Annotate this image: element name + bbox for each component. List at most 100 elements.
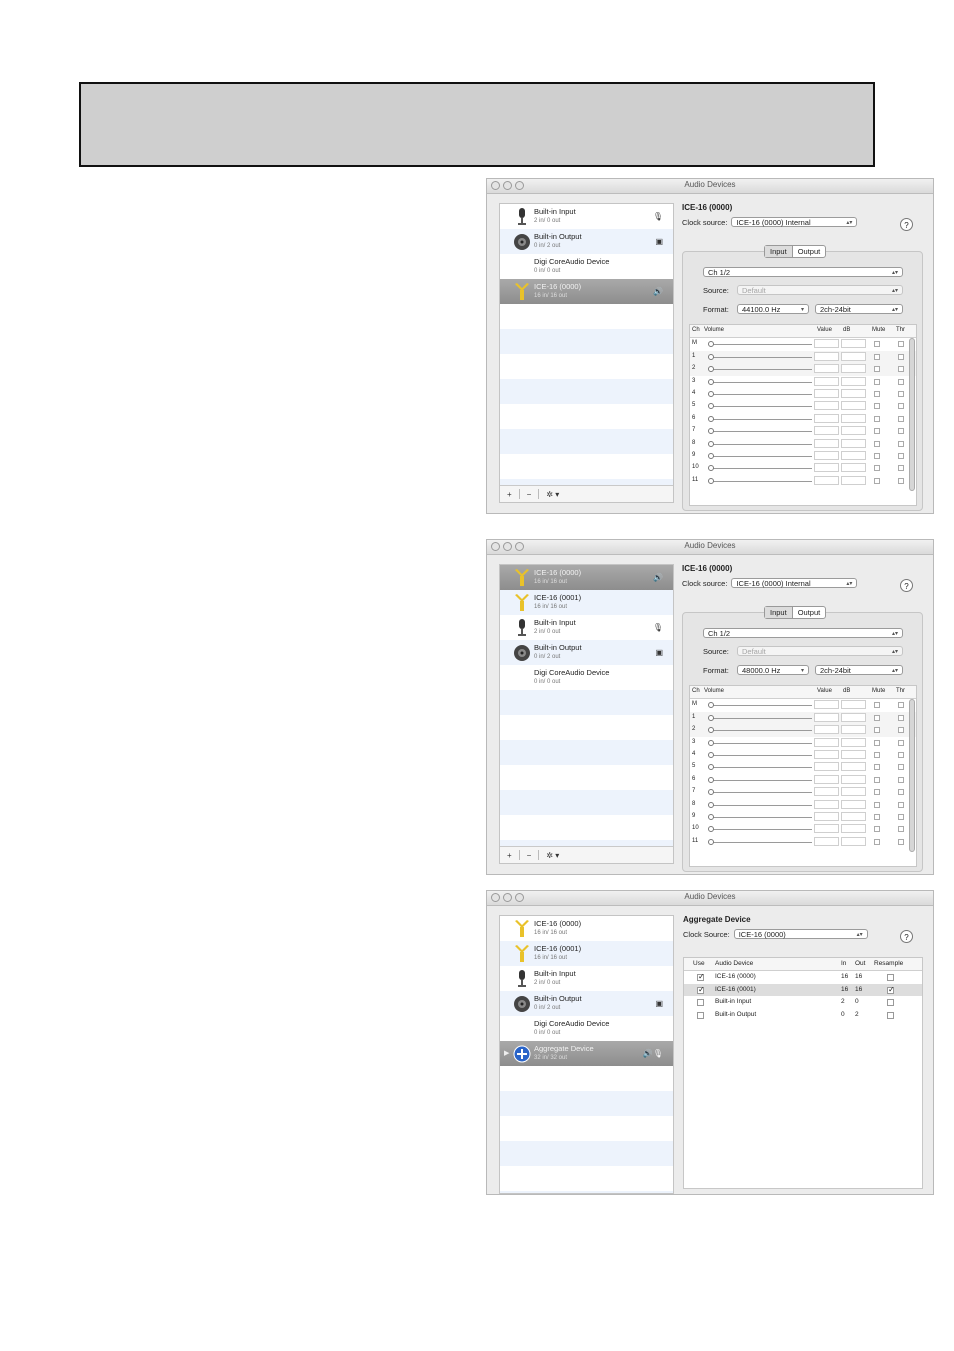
mute-checkbox[interactable] <box>874 477 880 484</box>
volume-slider-track[interactable] <box>710 730 812 732</box>
thru-checkbox[interactable] <box>898 714 904 721</box>
db-field[interactable] <box>841 762 866 772</box>
device-row-built-in-input[interactable]: Built-in Input 2 in/ 0 out 🎙 <box>500 204 673 229</box>
db-field[interactable] <box>841 388 866 398</box>
value-field[interactable] <box>814 799 839 809</box>
thru-checkbox[interactable] <box>898 440 904 447</box>
db-field[interactable] <box>841 787 866 797</box>
value-field[interactable] <box>814 725 839 735</box>
volume-slider-track[interactable] <box>710 767 812 769</box>
value-field[interactable] <box>814 401 839 411</box>
thru-checkbox[interactable] <box>898 739 904 746</box>
mute-checkbox[interactable] <box>874 428 880 435</box>
thru-checkbox[interactable] <box>898 702 904 709</box>
value-field[interactable] <box>814 749 839 759</box>
value-field[interactable] <box>814 339 839 349</box>
mute-checkbox[interactable] <box>874 813 880 820</box>
db-field[interactable] <box>841 438 866 448</box>
mute-checkbox[interactable] <box>874 353 880 360</box>
source-popup[interactable]: Default ▴▾ <box>737 285 903 295</box>
value-field[interactable] <box>814 811 839 821</box>
mute-checkbox[interactable] <box>874 727 880 734</box>
mute-checkbox[interactable] <box>874 341 880 348</box>
use-checkbox[interactable]: ✓ <box>697 985 705 994</box>
device-row-aggregate[interactable]: ▶ Aggregate Device 32 in/ 32 out 🔊🎙 <box>500 1041 673 1066</box>
volume-slider-knob[interactable] <box>708 776 714 783</box>
volume-slider-track[interactable] <box>710 455 812 457</box>
volume-slider-knob[interactable] <box>708 428 714 435</box>
device-row-ice16-0001[interactable]: ICE-16 (0001) 16 in/ 16 out <box>500 590 673 615</box>
mute-checkbox[interactable] <box>874 838 880 845</box>
volume-slider-track[interactable] <box>710 381 812 383</box>
clock-source-popup[interactable]: ICE-16 (0000) ▴▾ <box>733 929 868 939</box>
add-device-button[interactable]: + <box>504 490 515 499</box>
db-field[interactable] <box>841 824 866 834</box>
thru-checkbox[interactable] <box>898 428 904 435</box>
db-field[interactable] <box>841 450 866 460</box>
sample-rate-popup[interactable]: 48000.0 Hz ▾ <box>737 665 809 675</box>
volume-slider-track[interactable] <box>710 717 812 719</box>
volume-slider-knob[interactable] <box>708 378 714 385</box>
device-row-digi[interactable]: Digi CoreAudio Device 0 in/ 0 out <box>500 254 673 279</box>
add-device-button[interactable]: + <box>504 851 515 860</box>
thru-checkbox[interactable] <box>898 390 904 397</box>
volume-slider-track[interactable] <box>710 443 812 445</box>
volume-slider-track[interactable] <box>710 816 812 818</box>
sample-rate-popup[interactable]: 44100.0 Hz ▾ <box>737 304 809 314</box>
db-field[interactable] <box>841 463 866 473</box>
tab-input[interactable]: Input <box>765 607 793 618</box>
volume-slider-track[interactable] <box>710 754 812 756</box>
thru-checkbox[interactable] <box>898 465 904 472</box>
thru-checkbox[interactable] <box>898 477 904 484</box>
value-field[interactable] <box>814 787 839 797</box>
device-row-built-in-input[interactable]: Built-in Input 2 in/ 0 out 🎙 <box>500 615 673 640</box>
mute-checkbox[interactable] <box>874 378 880 385</box>
thru-checkbox[interactable] <box>898 727 904 734</box>
volume-scrollbar[interactable] <box>909 699 915 852</box>
thru-checkbox[interactable] <box>898 452 904 459</box>
volume-slider-knob[interactable] <box>708 751 714 758</box>
db-field[interactable] <box>841 364 866 374</box>
thru-checkbox[interactable] <box>898 813 904 820</box>
volume-slider-knob[interactable] <box>708 789 714 796</box>
thru-checkbox[interactable] <box>898 415 904 422</box>
value-field[interactable] <box>814 737 839 747</box>
source-popup[interactable]: Default ▴▾ <box>737 646 903 656</box>
thru-checkbox[interactable] <box>898 838 904 845</box>
resample-checkbox[interactable] <box>887 974 894 982</box>
value-field[interactable] <box>814 712 839 722</box>
thru-checkbox[interactable] <box>898 353 904 360</box>
volume-slider-knob[interactable] <box>708 440 714 447</box>
mute-checkbox[interactable] <box>874 390 880 397</box>
title-bar[interactable]: Audio Devices <box>487 179 933 194</box>
value-field[interactable] <box>814 463 839 473</box>
volume-slider-knob[interactable] <box>708 415 714 422</box>
title-bar[interactable]: Audio Devices <box>487 891 933 906</box>
db-field[interactable] <box>841 401 866 411</box>
value-field[interactable] <box>814 426 839 436</box>
db-field[interactable] <box>841 749 866 759</box>
thru-checkbox[interactable] <box>898 341 904 348</box>
device-row-built-in-output[interactable]: Built-in Output 0 in/ 2 out ▣ <box>500 991 673 1016</box>
volume-slider-track[interactable] <box>710 344 812 346</box>
use-checkbox[interactable]: ✓ <box>697 973 705 982</box>
aggregate-row[interactable]: Built-in Output 0 2 <box>684 1009 922 1021</box>
channel-pair-popup[interactable]: Ch 1/2 ▴▾ <box>703 267 903 277</box>
device-row-built-in-input[interactable]: Built-in Input 2 in/ 0 out <box>500 966 673 991</box>
mute-checkbox[interactable] <box>874 440 880 447</box>
db-field[interactable] <box>841 339 866 349</box>
volume-slider-knob[interactable] <box>708 366 714 373</box>
value-field[interactable] <box>814 762 839 772</box>
volume-slider-knob[interactable] <box>708 714 714 721</box>
volume-slider-track[interactable] <box>710 829 812 831</box>
db-field[interactable] <box>841 351 866 361</box>
volume-slider-knob[interactable] <box>708 764 714 771</box>
mute-checkbox[interactable] <box>874 776 880 783</box>
mute-checkbox[interactable] <box>874 751 880 758</box>
db-field[interactable] <box>841 700 866 710</box>
aggregate-row[interactable]: ✓ ICE-16 (0001) 16 16 ✓ <box>684 983 922 997</box>
db-field[interactable] <box>841 737 866 747</box>
value-field[interactable] <box>814 700 839 710</box>
thru-checkbox[interactable] <box>898 403 904 410</box>
aggregate-row[interactable]: Built-in Input 2 0 <box>684 996 922 1008</box>
